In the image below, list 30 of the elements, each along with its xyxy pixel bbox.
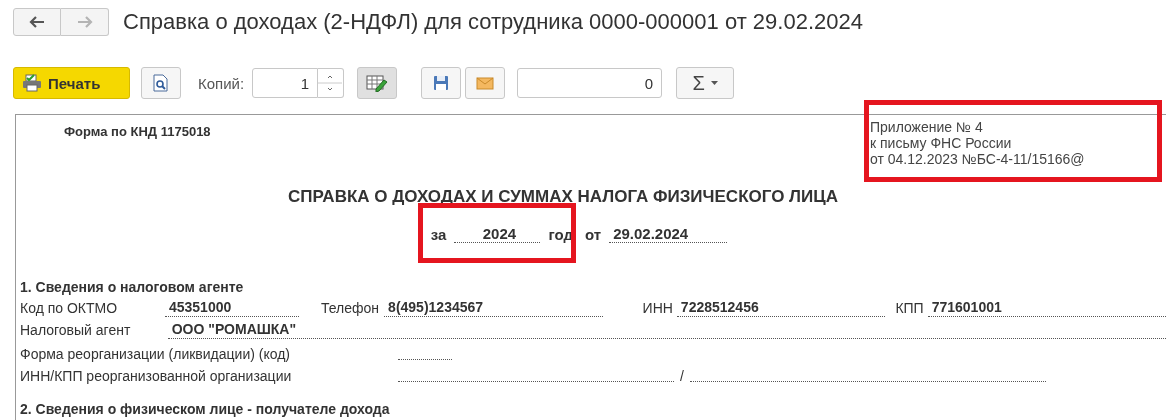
document-heading: СПРАВКА О ДОХОДАХ И СУММАХ НАЛОГА ФИЗИЧЕСКОГО ЛИЦА — [287, 187, 839, 207]
appendix-line: от 04.12.2023 №БС-4-11/15166@ — [870, 151, 1086, 167]
copies-label: Копий: — [198, 74, 245, 92]
oktmo-value: 45351000 — [164, 299, 299, 317]
print-button[interactable]: Печать — [13, 67, 130, 99]
field-label: КПП — [895, 300, 924, 317]
period-label: за — [430, 226, 447, 243]
field-label: Налоговый агент — [20, 322, 132, 339]
section-title: 2. Сведения о физическом лице - получателе дохода — [20, 401, 391, 417]
year-value: 2024 — [454, 225, 541, 243]
sum-field[interactable]: 0 — [517, 68, 663, 98]
inn-value: 7228512456 — [676, 299, 886, 317]
agent-value: ООО "РОМАШКА" — [167, 321, 1166, 339]
field-label: Код по ОКТМО — [20, 300, 119, 317]
window-title: Справка о доходах (2-НДФЛ) для сотрудника 0000-000001 от 29.02.2024 — [123, 9, 863, 35]
field-label: Форма реорганизации (ликвидации) (код) — [20, 346, 291, 363]
separator-text: / — [680, 368, 684, 385]
copies-field[interactable]: 1 — [252, 68, 319, 98]
period-label: от — [585, 226, 602, 243]
form-code: Форма по КНД 1175018 — [64, 124, 211, 141]
appendix-line: Приложение № 4 — [870, 119, 984, 135]
date-value: 29.02.2024 — [609, 225, 728, 243]
phone-value: 8(495)1234567 — [384, 299, 603, 317]
field-label: ИНН — [642, 300, 673, 317]
field-label: ИНН/КПП реорганизованной организации — [20, 368, 293, 385]
kpp-value: 771601001 — [927, 299, 1166, 317]
sum-button[interactable]: Σ — [676, 67, 735, 99]
field-label: Телефон — [321, 300, 380, 317]
section-title: 1. Сведения о налоговом агенте — [20, 279, 245, 295]
appendix-line: к письму ФНС России — [870, 135, 1013, 151]
